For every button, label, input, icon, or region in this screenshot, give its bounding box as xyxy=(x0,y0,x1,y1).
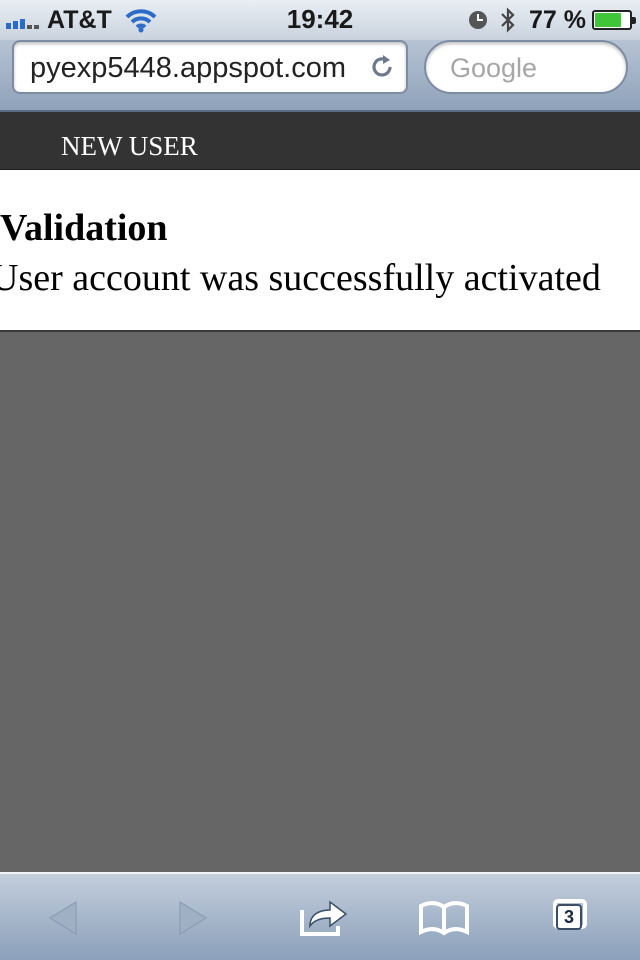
forward-icon xyxy=(179,901,207,935)
address-field[interactable]: pyexp5448.appspot.com xyxy=(12,40,408,94)
browser-toolbar: 3 xyxy=(0,872,640,960)
header-title: NEW USER xyxy=(61,131,198,161)
tabs-button[interactable]: 3 xyxy=(544,892,604,944)
status-message: User account was successfully activated xyxy=(0,257,601,299)
address-text[interactable]: pyexp5448.appspot.com xyxy=(30,52,366,85)
battery-icon xyxy=(592,10,636,30)
bookmarks-icon xyxy=(419,901,469,936)
forward-button[interactable] xyxy=(162,892,222,944)
status-right: 77 % xyxy=(467,5,636,35)
back-icon xyxy=(49,901,77,935)
browser-url-bar: pyexp5448.appspot.com Google xyxy=(0,40,640,112)
search-placeholder[interactable]: Google xyxy=(450,53,537,84)
page-title: Validation xyxy=(0,207,168,249)
reload-icon[interactable] xyxy=(368,53,396,81)
bluetooth-icon xyxy=(501,7,515,33)
tabs-count: 3 xyxy=(556,904,582,930)
share-button[interactable] xyxy=(294,892,354,944)
back-button[interactable] xyxy=(34,892,94,944)
battery-percent: 77 % xyxy=(529,5,586,34)
share-icon xyxy=(300,900,348,936)
status-bar: AT&T 19:42 77 % xyxy=(0,0,640,40)
content-panel: Validation User account was successfully… xyxy=(0,170,640,332)
bookmarks-button[interactable] xyxy=(414,892,474,944)
battery-fill xyxy=(595,13,621,27)
search-field[interactable]: Google xyxy=(424,40,628,94)
page-header: NEW USER xyxy=(0,112,640,170)
clock-icon xyxy=(469,11,488,29)
